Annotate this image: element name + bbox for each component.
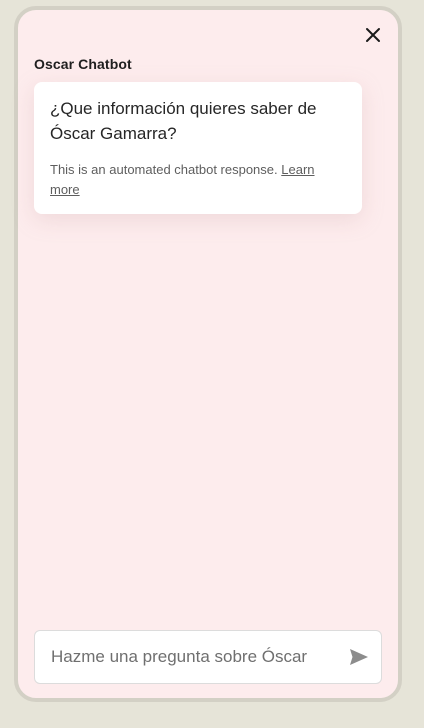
automated-response-disclaimer: This is an automated chatbot response. L… [50,160,346,200]
send-icon [350,649,368,665]
send-button[interactable] [337,630,381,684]
bot-message-text: ¿Que información quieres saber de Óscar … [50,99,317,143]
close-button[interactable] [362,24,384,46]
question-input[interactable] [35,647,337,667]
close-icon [366,28,380,42]
bot-message: ¿Que información quieres saber de Óscar … [34,82,362,214]
chatbot-title: Oscar Chatbot [34,56,132,72]
message-composer [34,630,382,684]
chatbot-window: Oscar Chatbot ¿Que información quieres s… [14,6,402,702]
disclaimer-text: This is an automated chatbot response. [50,162,278,177]
